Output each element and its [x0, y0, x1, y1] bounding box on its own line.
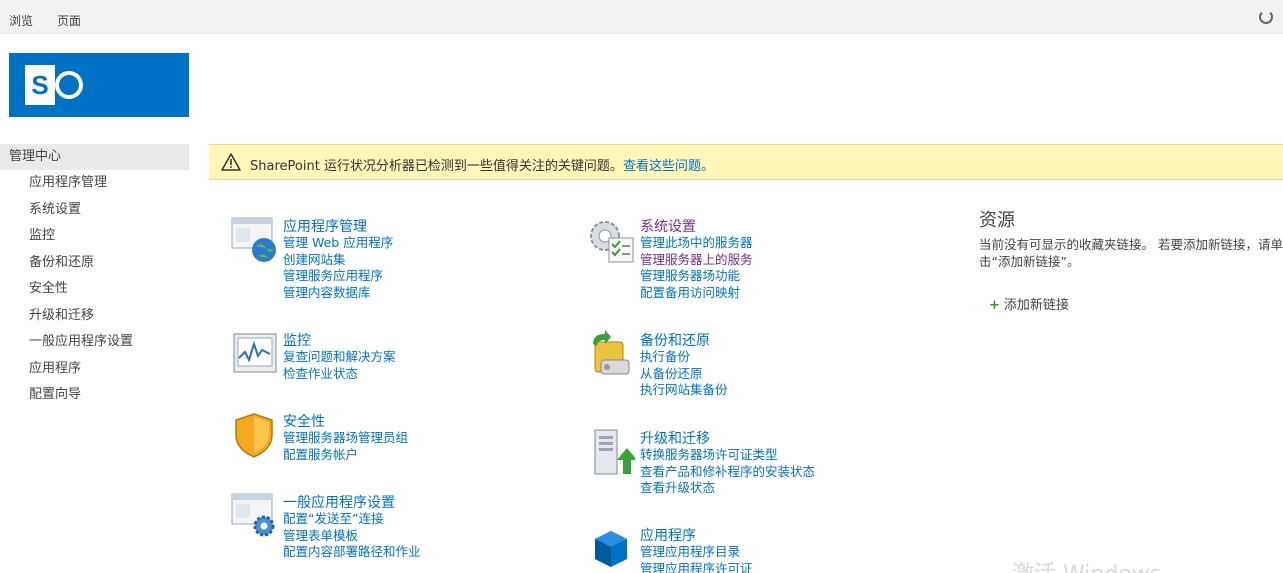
restore-from-backup-link[interactable]: 从备份还原	[640, 366, 728, 383]
backup-restore-title[interactable]: 备份和还原	[640, 330, 710, 350]
nav-item-app-management[interactable]: 应用程序管理	[0, 170, 189, 197]
add-new-link-label: 添加新链接	[1003, 298, 1069, 313]
nav-item-config-wizards[interactable]: 配置向导	[0, 382, 189, 409]
nav-item-general-app-settings[interactable]: 一般应用程序设置	[0, 329, 189, 356]
warning-icon	[221, 153, 241, 171]
plus-icon: +	[989, 298, 1000, 313]
backup-restore-icon	[593, 330, 630, 375]
resources-title: 资源	[979, 210, 1015, 231]
configure-content-deployment-link[interactable]: 配置内容部署路径和作业	[283, 544, 421, 561]
view-issues-link[interactable]: 查看这些问题。	[623, 159, 714, 174]
nav-item-security[interactable]: 安全性	[0, 276, 189, 303]
configure-send-to-link[interactable]: 配置“发送至”连接	[283, 511, 421, 528]
system-settings-icon	[590, 221, 634, 263]
apps-cube-icon	[595, 531, 627, 567]
manage-app-catalog-link[interactable]: 管理应用程序目录	[640, 544, 753, 561]
general-settings-title[interactable]: 一般应用程序设置	[283, 492, 395, 512]
warning-message: SharePoint 运行状况分析器已检测到一些值得关注的关键问题。	[250, 159, 623, 174]
review-problems-link[interactable]: 复查问题和解决方案	[283, 349, 396, 366]
app-management-title[interactable]: 应用程序管理	[283, 216, 367, 236]
configure-aam-link[interactable]: 配置备用访问映射	[640, 285, 753, 302]
sharepoint-s-icon: S	[25, 65, 83, 105]
left-navigation: 管理中心 应用程序管理 系统设置 监控 备份和还原 安全性 升级和迁移 一般应用…	[0, 144, 189, 409]
check-install-status-link[interactable]: 查看产品和修补程序的安装状态	[640, 464, 815, 481]
tab-page[interactable]: 页面	[57, 12, 81, 29]
health-warning-banner: SharePoint 运行状况分析器已检测到一些值得关注的关键问题。查看这些问题…	[209, 144, 1283, 180]
general-settings-icon	[231, 493, 275, 537]
manage-app-licenses-link[interactable]: 管理应用程序许可证	[640, 561, 753, 573]
create-site-collections-link[interactable]: 创建网站集	[283, 252, 393, 269]
server-upgrade-icon	[594, 429, 635, 475]
ribbon-bar: 浏览 页面	[0, 0, 1283, 34]
add-new-link-button[interactable]: + 添加新链接	[989, 294, 1069, 313]
manage-farm-features-link[interactable]: 管理服务器场功能	[640, 268, 753, 285]
nav-item-upgrade-migration[interactable]: 升级和迁移	[0, 303, 189, 330]
site-collection-backup-link[interactable]: 执行网站集备份	[640, 382, 728, 399]
monitoring-title[interactable]: 监控	[283, 330, 311, 350]
security-title[interactable]: 安全性	[283, 411, 325, 431]
upgrade-migration-title[interactable]: 升级和迁移	[640, 428, 710, 448]
activate-windows-watermark: 激活 Windows	[1012, 556, 1161, 573]
apps-title[interactable]: 应用程序	[640, 525, 696, 545]
nav-item-apps[interactable]: 应用程序	[0, 356, 189, 383]
svg-text:S: S	[31, 70, 48, 100]
convert-license-link[interactable]: 转换服务器场许可证类型	[640, 447, 815, 464]
sync-icon[interactable]	[1259, 10, 1273, 24]
tab-browse[interactable]: 浏览	[9, 12, 33, 29]
perform-backup-link[interactable]: 执行备份	[640, 349, 728, 366]
check-job-status-link[interactable]: 检查作业状态	[283, 366, 396, 383]
sharepoint-logo[interactable]: S	[9, 53, 189, 117]
nav-item-system-settings[interactable]: 系统设置	[0, 197, 189, 224]
monitoring-icon	[233, 333, 277, 373]
nav-item-backup-restore[interactable]: 备份和还原	[0, 250, 189, 277]
manage-farm-admins-link[interactable]: 管理服务器场管理员组	[283, 430, 408, 447]
system-settings-title[interactable]: 系统设置	[640, 216, 696, 236]
manage-farm-servers-link[interactable]: 管理此场中的服务器	[640, 235, 753, 252]
manage-content-db-link[interactable]: 管理内容数据库	[283, 285, 393, 302]
manage-server-services-link[interactable]: 管理服务器上的服务	[640, 252, 753, 269]
manage-service-apps-link[interactable]: 管理服务应用程序	[283, 268, 393, 285]
app-management-icon	[231, 217, 276, 262]
manage-web-apps-link[interactable]: 管理 Web 应用程序	[283, 235, 393, 252]
nav-item-monitoring[interactable]: 监控	[0, 223, 189, 250]
check-upgrade-status-link[interactable]: 查看升级状态	[640, 480, 815, 497]
shield-icon	[235, 413, 273, 458]
resources-description: 当前没有可显示的收藏夹链接。 若要添加新链接，请单击“添加新链接”。	[979, 237, 1283, 269]
manage-form-templates-link[interactable]: 管理表单模板	[283, 528, 421, 545]
configure-service-accounts-link[interactable]: 配置服务帐户	[283, 447, 408, 464]
nav-heading-central-admin[interactable]: 管理中心	[0, 144, 189, 170]
